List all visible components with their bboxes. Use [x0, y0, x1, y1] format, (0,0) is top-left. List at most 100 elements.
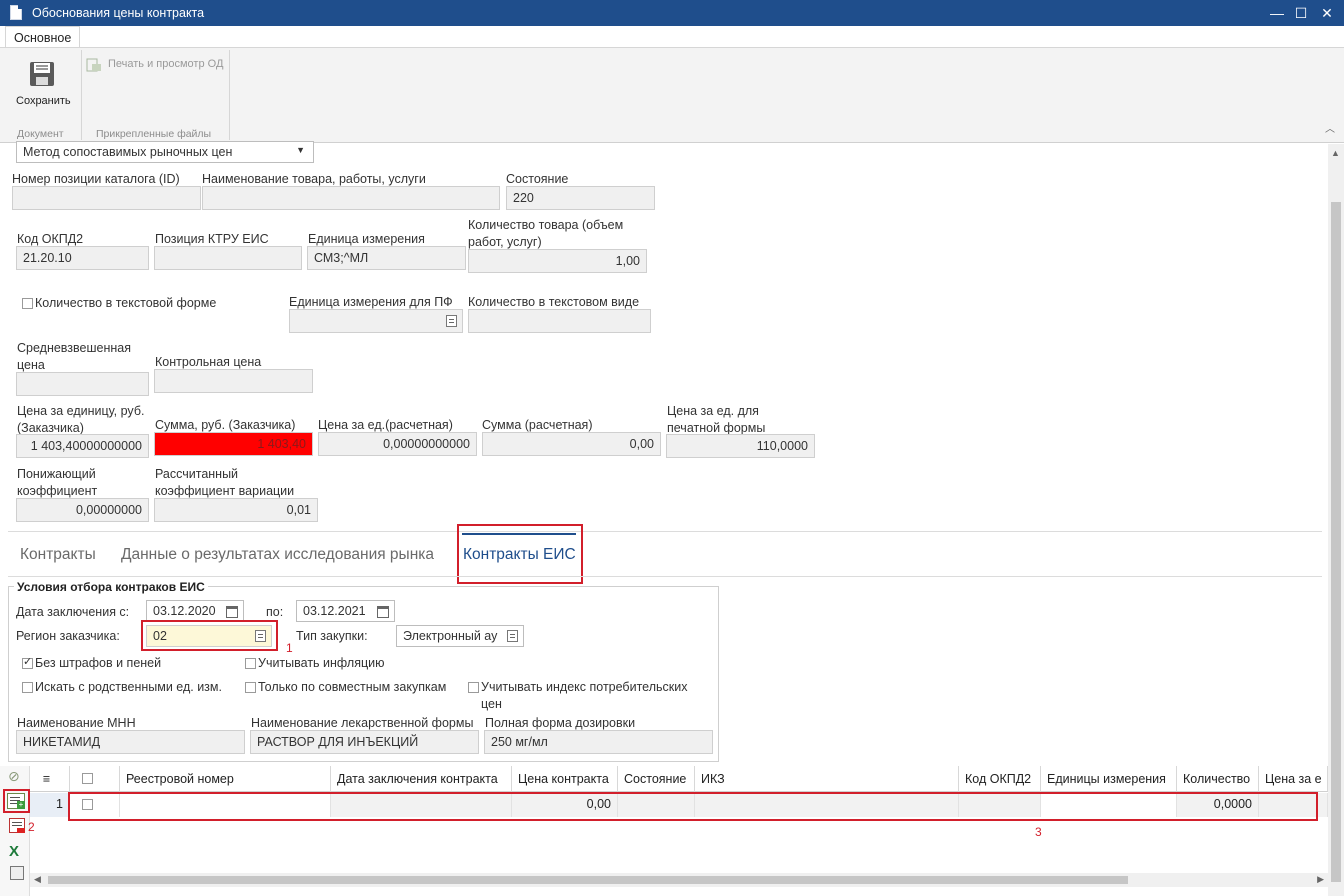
column-menu-icon[interactable]: ≡	[30, 766, 70, 792]
calc-sum-field[interactable]: 0,00	[482, 432, 661, 456]
related-units-checkbox[interactable]	[22, 682, 33, 693]
annotation-box-add	[3, 789, 30, 813]
avg-price-field[interactable]	[16, 372, 149, 396]
ribbon-divider	[229, 50, 230, 140]
scroll-up-icon[interactable]: ▲	[1331, 148, 1340, 158]
tabs-divider	[8, 576, 1322, 577]
excel-icon[interactable]: X	[9, 843, 19, 860]
unit-pf-field[interactable]	[289, 309, 463, 333]
no-penalties-label: Без штрафов и пеней	[35, 656, 162, 670]
purchase-type-label: Тип закупки:	[296, 629, 368, 643]
calendar-icon[interactable]	[377, 606, 389, 618]
date-from-field[interactable]: 03.12.2020	[146, 600, 244, 622]
control-price-field[interactable]	[154, 369, 313, 393]
date-to-field[interactable]: 03.12.2021	[296, 600, 395, 622]
annotation-box-region	[141, 620, 278, 651]
cpi-checkbox[interactable]	[468, 682, 479, 693]
no-penalties-checkbox[interactable]	[22, 655, 33, 669]
vertical-scrollbar[interactable]: ▲	[1328, 144, 1344, 896]
annotation-label-3: 3	[1035, 825, 1042, 839]
tab-contracts[interactable]: Контракты	[20, 546, 96, 564]
document-icon	[10, 5, 22, 20]
inflation-label: Учитывать инфляцию	[258, 656, 385, 670]
chevron-down-icon: ▼	[296, 145, 305, 155]
row-number: 1	[30, 793, 70, 817]
picker-icon[interactable]	[507, 630, 518, 642]
annotation-label-1: 1	[286, 641, 293, 655]
column-quantity[interactable]: Количество	[1177, 766, 1259, 792]
column-contract-date[interactable]: Дата заключения контракта	[331, 766, 512, 792]
purchase-type-value: Электронный ау	[403, 629, 498, 643]
group-files-label: Прикрепленные файлы	[96, 128, 212, 140]
print-price-label: Цена за ед. для печатной формы	[667, 403, 765, 437]
region-label: Регион заказчика:	[16, 629, 120, 643]
save-icon	[30, 62, 54, 86]
print-price-field[interactable]: 110,0000	[666, 434, 815, 458]
qty-label-line1: Количество товара (объем	[468, 218, 624, 232]
link-icon[interactable]: ⊘	[8, 768, 20, 785]
qty-text-checkbox[interactable]	[22, 298, 33, 309]
scroll-thumb[interactable]	[48, 876, 1128, 884]
dosage-form-field[interactable]: РАСТВОР ДЛЯ ИНЪЕКЦИЙ	[250, 730, 479, 754]
ribbon-tabs: Основное	[0, 26, 1344, 48]
catalog-id-field[interactable]	[12, 186, 201, 210]
picker-icon[interactable]	[446, 315, 457, 327]
reduce-coef-label-line1: Понижающий	[17, 467, 96, 481]
print-price-label-line1: Цена за ед. для	[667, 404, 759, 418]
print-view-button[interactable]: Печать и просмотр ОД	[108, 58, 223, 70]
avg-price-label-line1: Средневзвешенная	[17, 341, 131, 355]
inflation-checkbox[interactable]	[245, 658, 256, 669]
delete-row-icon[interactable]	[9, 818, 25, 833]
reduce-coef-field[interactable]: 0,00000000	[16, 498, 149, 522]
qty-field[interactable]: 1,00	[468, 249, 647, 273]
ktru-field[interactable]	[154, 246, 302, 270]
column-okpd2[interactable]: Код ОКПД2	[959, 766, 1041, 792]
horizontal-scrollbar[interactable]: ◀ ▶	[30, 873, 1328, 887]
column-units[interactable]: Единицы измерения	[1041, 766, 1177, 792]
purchase-type-field[interactable]: Электронный ау	[396, 625, 524, 647]
scroll-thumb[interactable]	[1331, 202, 1341, 882]
column-state[interactable]: Состояние	[618, 766, 695, 792]
unit-price-field[interactable]: 1 403,40000000000	[16, 434, 149, 458]
unit-field[interactable]: СМ3;^МЛ	[307, 246, 466, 270]
collapse-ribbon-icon[interactable]: ︿	[1325, 120, 1335, 135]
annotation-label-2: 2	[28, 820, 35, 834]
title-bar: Обоснования цены контракта — ☐ ✕	[0, 0, 1344, 26]
ribbon: Сохранить Печать и просмотр ОД Документ …	[0, 47, 1344, 143]
okpd2-field[interactable]: 21.20.10	[16, 246, 149, 270]
method-select[interactable]: Метод сопоставимых рыночных цен ▼	[16, 141, 314, 163]
select-all-checkbox[interactable]	[82, 773, 93, 784]
select-all-cell	[70, 766, 120, 792]
ribbon-divider	[81, 50, 82, 140]
date-from-value: 03.12.2020	[153, 604, 216, 618]
column-ikz[interactable]: ИКЗ	[695, 766, 959, 792]
state-field[interactable]: 220	[506, 186, 655, 210]
scroll-left-icon[interactable]: ◀	[34, 874, 41, 885]
date-from-label: Дата заключения с:	[16, 605, 130, 619]
maximize-button[interactable]: ☐	[1290, 3, 1312, 23]
mnn-field[interactable]: НИКЕТАМИД	[16, 730, 245, 754]
column-contract-price[interactable]: Цена контракта	[512, 766, 618, 792]
variation-label: Рассчитанный коэффициент вариации	[155, 466, 294, 500]
tab-market-research[interactable]: Данные о результатах исследования рынка	[121, 546, 434, 564]
cpi-label-line1: Учитывать индекс потребительских	[481, 680, 688, 694]
product-name-field[interactable]	[202, 186, 500, 210]
qty-text-field[interactable]	[468, 309, 651, 333]
tab-main[interactable]: Основное	[5, 26, 81, 48]
variation-label-line1: Рассчитанный	[155, 467, 239, 481]
scroll-right-icon[interactable]: ▶	[1317, 874, 1324, 885]
calendar-icon[interactable]	[226, 606, 238, 618]
close-button[interactable]: ✕	[1316, 3, 1338, 23]
cpi-label: Учитывать индекс потребительских цен	[481, 679, 687, 713]
joint-only-checkbox[interactable]	[245, 682, 256, 693]
dosage-full-field[interactable]: 250 мг/мл	[484, 730, 713, 754]
grid-settings-icon[interactable]	[10, 866, 24, 880]
save-button[interactable]: Сохранить	[16, 95, 71, 107]
cpi-label-line2: цен	[481, 697, 502, 711]
variation-field[interactable]: 0,01	[154, 498, 318, 522]
minimize-button[interactable]: —	[1266, 3, 1288, 23]
column-registry-number[interactable]: Реестровой номер	[120, 766, 331, 792]
sum-field[interactable]: 1 403,40	[154, 432, 313, 456]
calc-price-field[interactable]: 0,00000000000	[318, 432, 477, 456]
column-unit-price[interactable]: Цена за е	[1259, 766, 1328, 792]
